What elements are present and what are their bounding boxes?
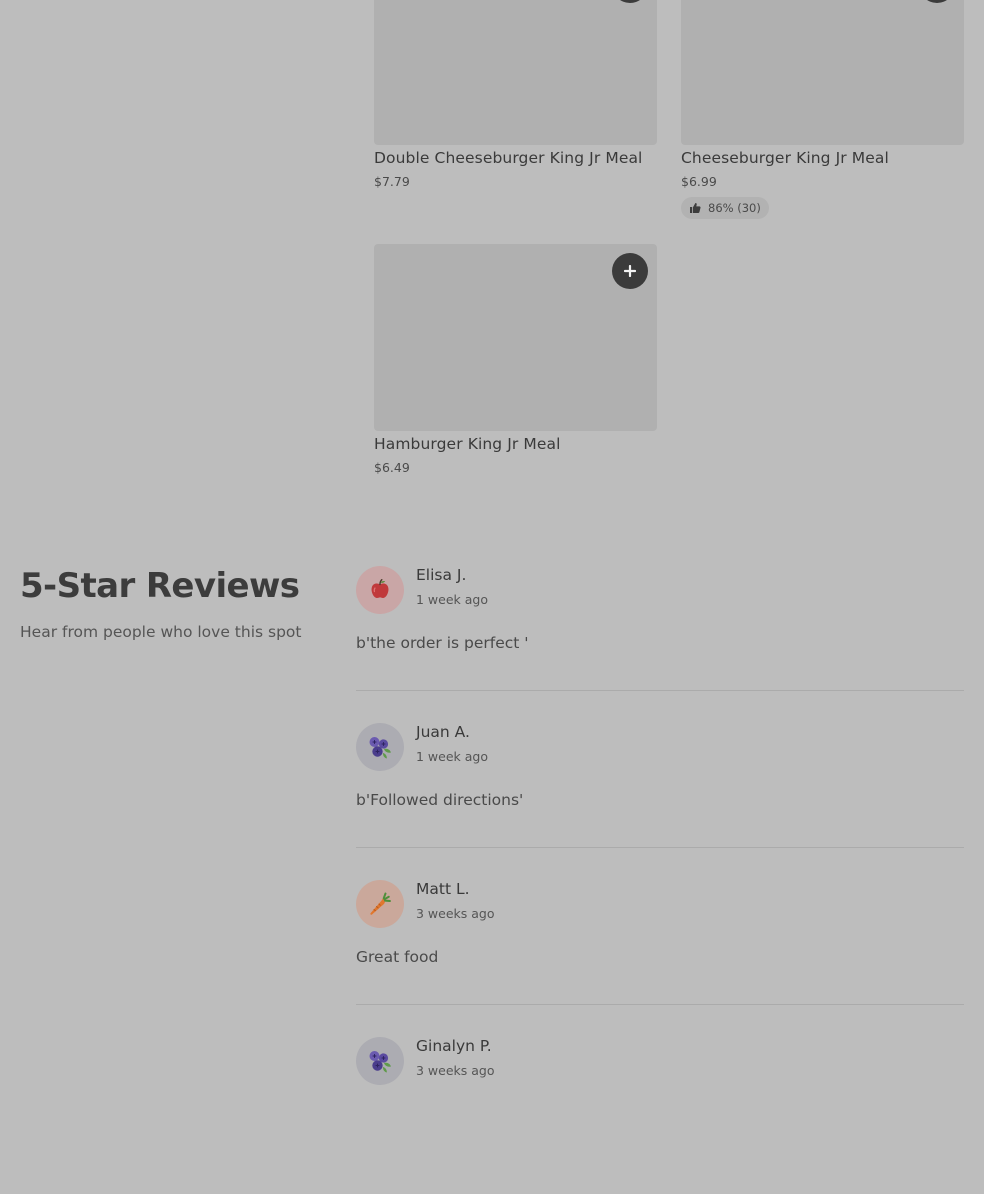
apple-icon [371, 579, 389, 599]
review-item: Elisa J. 1 week ago b'the order is perfe… [356, 566, 964, 723]
review-item: Matt L. 3 weeks ago Great food [356, 880, 964, 1037]
menu-item-image[interactable] [681, 0, 964, 145]
divider [356, 690, 964, 691]
review-text: b'Followed directions' [356, 791, 524, 809]
section-title: 5-Star Reviews [20, 566, 300, 606]
menu-item-image[interactable] [374, 0, 657, 145]
rating-badge: 86% (30) [681, 197, 769, 219]
carrot-icon [370, 892, 391, 915]
menu-item-name: Double Cheeseburger King Jr Meal [374, 149, 643, 167]
section-subtitle: Hear from people who love this spot [20, 623, 302, 641]
review-time: 3 weeks ago [416, 906, 495, 921]
menu-item-name: Cheeseburger King Jr Meal [681, 149, 889, 167]
reviewer-name: Ginalyn P. [416, 1037, 492, 1055]
review-item: Juan A. 1 week ago b'Followed directions… [356, 723, 964, 880]
reviewer-avatar [356, 566, 404, 614]
reviewer-name: Matt L. [416, 880, 470, 898]
add-to-cart-button[interactable] [612, 253, 648, 289]
blueberries-icon [369, 737, 391, 759]
menu-item-name: Hamburger King Jr Meal [374, 435, 561, 453]
review-time: 3 weeks ago [416, 1063, 495, 1078]
divider [356, 1004, 964, 1005]
blueberries-icon [369, 1051, 391, 1073]
review-time: 1 week ago [416, 592, 488, 607]
reviewer-name: Juan A. [416, 723, 470, 741]
reviewer-avatar [356, 1037, 404, 1085]
review-text: b'the order is perfect ' [356, 634, 529, 652]
menu-item-price: $6.99 [681, 174, 717, 189]
review-text: Great food [356, 948, 439, 966]
review-item: Ginalyn P. 3 weeks ago [356, 1037, 964, 1194]
review-time: 1 week ago [416, 749, 488, 764]
rating-text: 86% (30) [708, 201, 761, 215]
menu-item-price: $6.49 [374, 460, 410, 475]
plus-icon [624, 265, 636, 277]
divider [356, 847, 964, 848]
reviewer-avatar [356, 723, 404, 771]
thumbs-up-icon [690, 203, 701, 213]
reviewer-name: Elisa J. [416, 566, 467, 584]
menu-item-price: $7.79 [374, 174, 410, 189]
reviewer-avatar [356, 880, 404, 928]
